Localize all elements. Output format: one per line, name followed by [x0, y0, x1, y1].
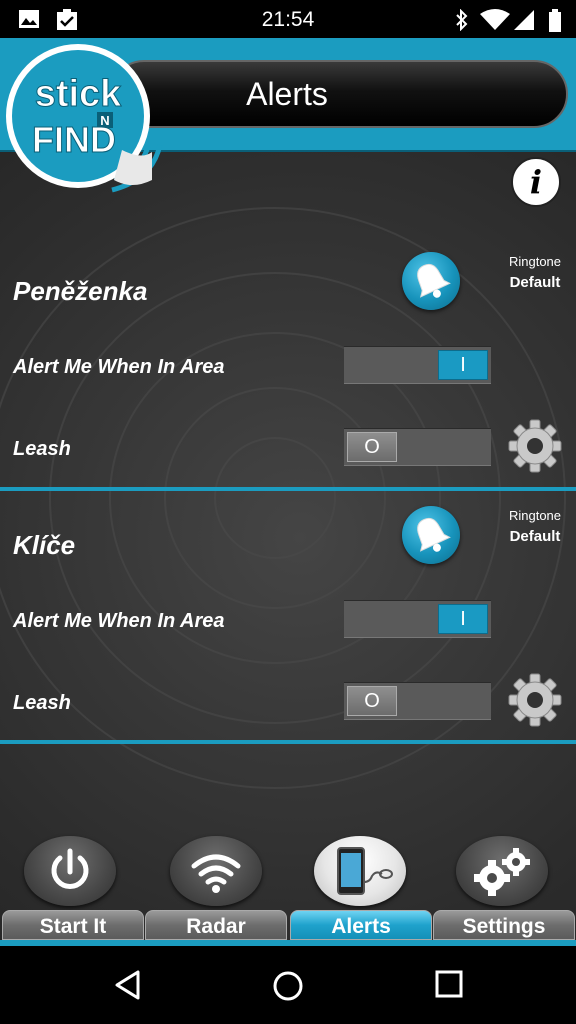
bluetooth-icon	[456, 9, 468, 31]
alert-in-area-label: Alert Me When In Area	[13, 356, 225, 378]
bell-icon	[417, 517, 451, 552]
ringtone-label: Ringtone	[508, 254, 562, 269]
alert-in-area-toggle[interactable]: I	[344, 346, 491, 384]
tab-settings[interactable]: Settings	[433, 910, 575, 940]
device-name: Klíče	[13, 530, 76, 560]
toggle-knob: O	[347, 686, 397, 716]
ringtone-value[interactable]: Default	[500, 528, 570, 545]
phone-link-icon	[337, 847, 393, 895]
wifi-icon	[480, 9, 510, 30]
logo-text-line1: stick	[35, 73, 122, 115]
leash-label: Leash	[13, 438, 71, 460]
section-divider	[0, 740, 576, 744]
toggle-knob: I	[438, 350, 488, 380]
toggle-knob: O	[347, 432, 397, 462]
device-name: Peněženka	[13, 276, 148, 306]
ringtone-label: Ringtone	[508, 508, 562, 523]
back-icon[interactable]	[114, 970, 142, 1000]
alert-in-area-label: Alert Me When In Area	[13, 610, 225, 632]
home-icon[interactable]	[272, 970, 304, 1002]
tab-start-it-button[interactable]	[24, 836, 116, 906]
navigation-bar	[0, 946, 576, 1024]
device-section-2: Klíče Ringtone Default Alert Me When In …	[0, 506, 576, 760]
bell-icon	[417, 263, 451, 298]
battery-icon	[549, 9, 561, 32]
power-icon	[51, 848, 89, 889]
cell-signal-icon	[514, 10, 534, 30]
toggle-knob: I	[438, 604, 488, 634]
ringtone-bell-button[interactable]	[402, 506, 460, 564]
leash-settings-gear-icon[interactable]	[507, 672, 563, 728]
bottom-tab-bar: Start It Radar Alerts Settings	[0, 820, 576, 946]
ringtone-value[interactable]: Default	[500, 274, 570, 291]
stick-n-find-logo: stick N FIND	[6, 44, 163, 193]
status-bar: 21:54	[0, 0, 576, 38]
recents-icon[interactable]	[435, 970, 463, 998]
leash-toggle[interactable]: O	[344, 428, 491, 466]
tab-radar-button[interactable]	[170, 836, 262, 906]
tab-start-it[interactable]: Start It	[2, 910, 144, 940]
info-button[interactable]: i	[511, 157, 561, 207]
wifi-signal-icon	[191, 854, 241, 893]
leash-toggle[interactable]: O	[344, 682, 491, 720]
tab-radar[interactable]: Radar	[145, 910, 287, 940]
leash-settings-gear-icon[interactable]	[507, 418, 563, 474]
tab-settings-button[interactable]	[456, 836, 548, 906]
logo-text-line2: FIND	[32, 119, 116, 160]
device-section-1: Peněženka Ringtone Default Alert Me When…	[0, 252, 576, 506]
ringtone-bell-button[interactable]	[402, 252, 460, 310]
section-divider	[0, 487, 576, 491]
leash-label: Leash	[13, 692, 71, 714]
gears-icon	[474, 848, 530, 896]
tab-alerts-button[interactable]	[314, 836, 406, 906]
info-icon: i	[529, 163, 543, 201]
alert-in-area-toggle[interactable]: I	[344, 600, 491, 638]
app-screen: Alerts stick N FIND i Peněženka Ringtone	[0, 38, 576, 946]
tab-alerts[interactable]: Alerts	[290, 910, 432, 940]
